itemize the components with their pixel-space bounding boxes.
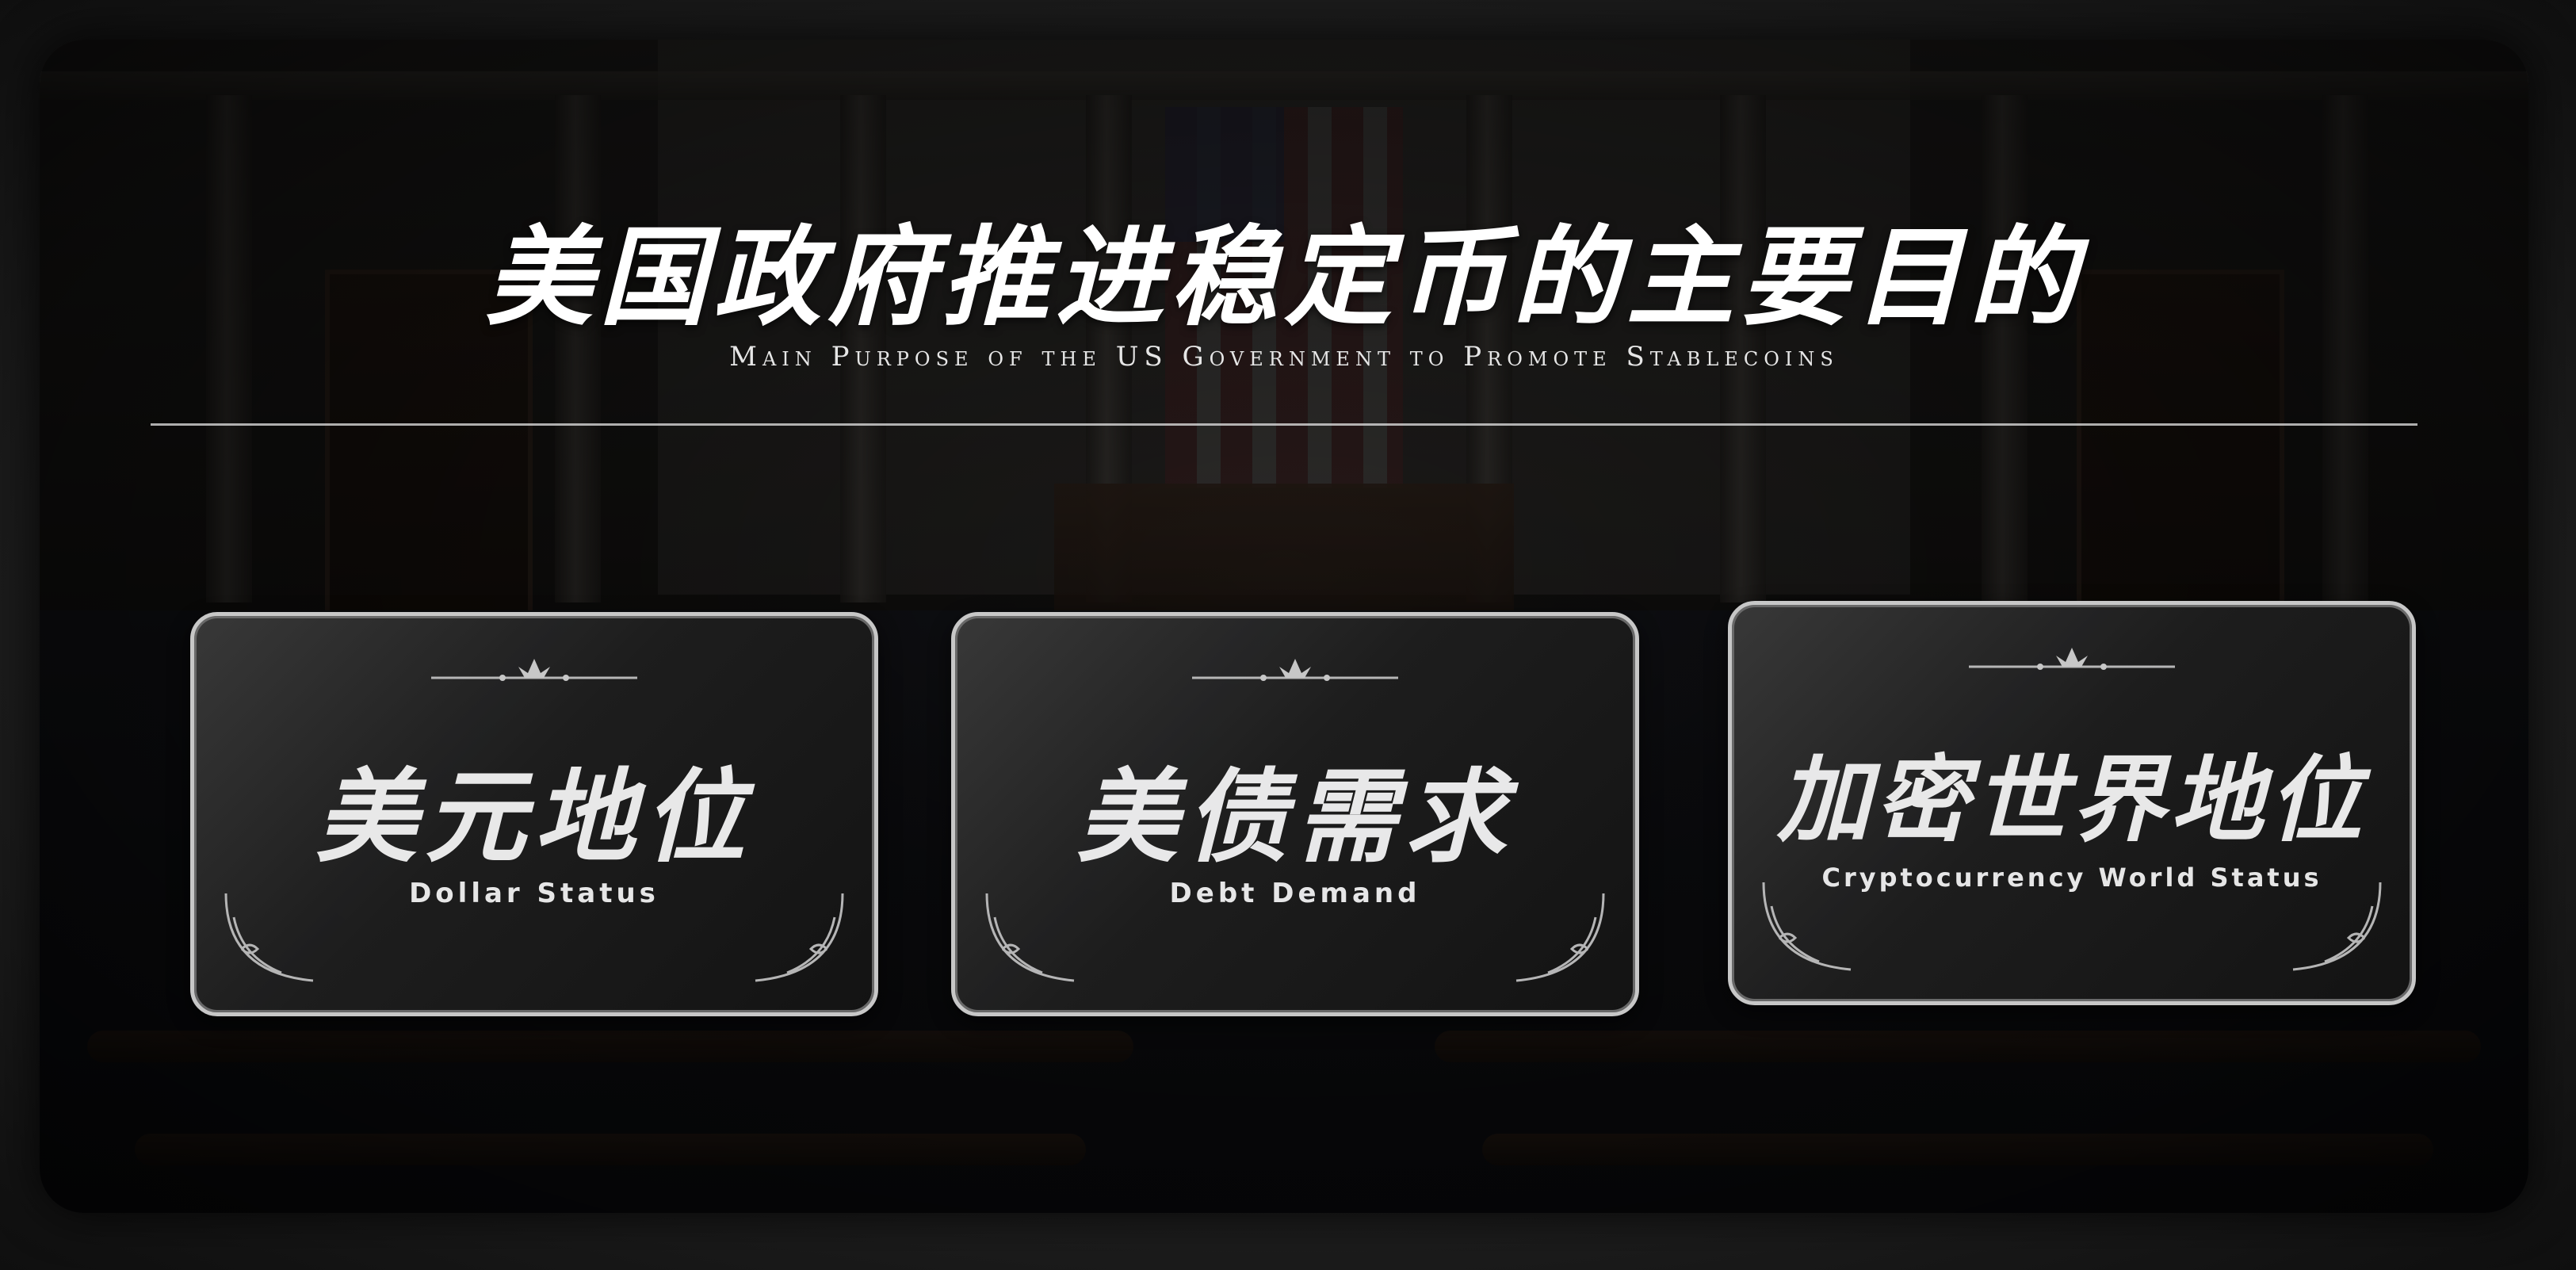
page-subtitle: Main Purpose of the US Government to Pro… (729, 341, 1839, 373)
corner-ornament-icon (224, 893, 314, 982)
card-dollar-status: 美元地位 Dollar Status (190, 612, 878, 1016)
corner-ornament-icon (2292, 882, 2382, 971)
corner-ornament-icon (755, 893, 844, 982)
corner-ornament-icon (1515, 893, 1605, 982)
card-title: 美元地位 (315, 759, 753, 877)
card-title: 美债需求 (1076, 759, 1514, 877)
card-title: 加密世界地位 (1776, 745, 2367, 855)
outer-frame: 美国政府推进稳定币的主要目的 Main Purpose of the US Go… (0, 0, 2576, 1270)
slide: 美国政府推进稳定币的主要目的 Main Purpose of the US Go… (40, 40, 2528, 1213)
flourish-ornament-icon (1192, 659, 1398, 681)
flourish-ornament-icon (431, 659, 637, 681)
corner-ornament-icon (1762, 882, 1852, 971)
corner-ornament-icon (985, 893, 1075, 982)
title-divider (151, 423, 2417, 426)
card-debt-demand: 美债需求 Debt Demand (951, 612, 1639, 1016)
card-crypto-world-status: 加密世界地位 Cryptocurrency World Status (1728, 601, 2416, 1005)
page-title: 美国政府推进稳定币的主要目的 (485, 216, 2083, 341)
flourish-ornament-icon (1969, 648, 2175, 670)
